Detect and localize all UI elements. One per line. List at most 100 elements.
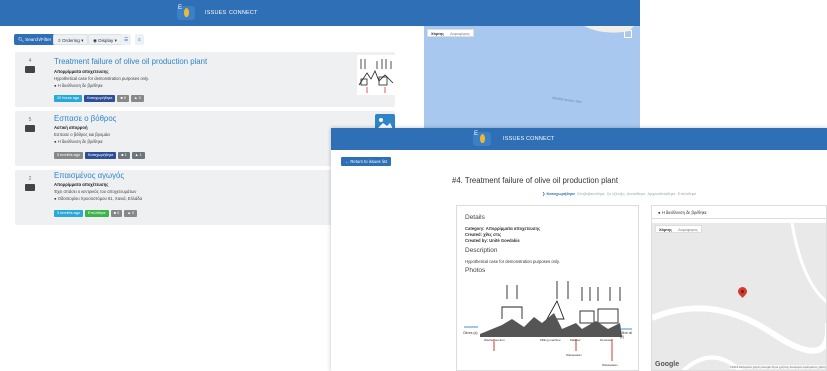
issue-category: Αστική απορροή: [54, 125, 88, 130]
issue-title[interactable]: Εσπασε ο βόθρος: [54, 114, 116, 123]
vote-counter: 2: [23, 176, 37, 191]
diagram-label-malaxer: Malaxer: [570, 338, 581, 342]
app-logo[interactable]: E: [177, 5, 195, 20]
issue-badges: 20 hours ago Καταχωρήθηκε ■ 0 ▲ 0: [54, 95, 146, 102]
display-dropdown[interactable]: ◉ Display ▾: [88, 34, 122, 45]
created-by-line: Created by: Unité Goedakis: [465, 238, 520, 243]
map-marker-icon: ●: [658, 210, 661, 215]
time-badge: 20 hours ago: [54, 95, 83, 102]
vote-count: 2: [28, 176, 32, 182]
issue-address-text: Η διεύθυνση δε βρέθηκε: [57, 83, 103, 88]
likes-count: 0: [132, 211, 135, 215]
map-tab-map[interactable]: Χάρτης: [428, 30, 447, 38]
app-logo[interactable]: E: [473, 131, 491, 146]
vote-counter: 4: [23, 58, 37, 73]
top-navbar: E ISSUES CONNECT: [0, 0, 640, 26]
return-label: Return to issues list: [350, 159, 387, 164]
time-badge: 5 months ago: [54, 152, 84, 159]
issue-detail-title: #4. Treatment failure of olive oil produ…: [452, 176, 618, 185]
details-panel: Details Category: Απορρίμματα αποχετευση…: [456, 205, 639, 371]
map-marker-icon: ●: [54, 139, 57, 144]
status-step-label: Καταχωρήθηκε: [546, 191, 576, 196]
ordering-label: Ordering ▾: [61, 38, 84, 43]
status-badge: Επιλύθηκε: [85, 210, 109, 217]
tag-icon: [25, 66, 35, 73]
comments-badge: ■ 0: [110, 210, 123, 217]
issue-title[interactable]: Treatment failure of olive oil productio…: [54, 57, 207, 66]
process-diagram-photo[interactable]: Olives (a) Olive oil (2) Washer section …: [462, 279, 634, 369]
created-line: Created: χθες στις: [465, 232, 502, 237]
map-marker-icon: ●: [54, 196, 57, 201]
vote-counter: 5: [23, 117, 37, 132]
google-map[interactable]: Χάρτης Δορυφόρος Google ©2018 Δεδομένα χά…: [652, 223, 826, 370]
description-text: Hypothetical case for demonstration purp…: [465, 259, 560, 264]
tag-icon: [25, 184, 35, 191]
issue-address-text: Η διεύθυνση δε βρέθηκε: [57, 139, 103, 144]
ordering-dropdown[interactable]: ≡ Ordering ▾: [53, 34, 89, 45]
photos-heading: Photos: [465, 267, 486, 274]
logo-letter: E: [474, 131, 479, 137]
issue-description: Hypothetical case for demonstration purp…: [54, 76, 149, 81]
list-icon: ☰: [124, 37, 129, 42]
time-badge: 3 months ago: [54, 210, 84, 217]
likes-badge: ▲ 0: [124, 210, 138, 217]
eye-icon: ◉: [93, 38, 98, 43]
map-tab-map[interactable]: Χάρτης: [656, 226, 675, 234]
address-field[interactable]: ● Η διεύθυνση δε βρέθηκε: [652, 206, 826, 219]
menu-icon: ≡: [138, 37, 141, 42]
nav-link-issues[interactable]: ISSUES: [503, 136, 524, 142]
category-line: Category: Απορρίμματα αποχετευσης: [465, 226, 541, 231]
search-icon: 🔍︎: [18, 37, 24, 42]
search-filter-label: Search/Filter: [25, 37, 52, 42]
vote-count: 4: [28, 58, 32, 64]
likes-count: 0: [138, 96, 141, 100]
diagram-label-olives-in: Olives (a): [463, 331, 478, 335]
search-filter-button[interactable]: 🔍︎ Search/Filter: [14, 34, 56, 45]
comments-count: 0: [117, 211, 120, 215]
issue-card[interactable]: 4 Treatment failure of olive oil product…: [15, 52, 395, 107]
details-heading: Details: [465, 214, 485, 221]
issue-address: ● Η διεύθυνση δε βρέθηκε: [54, 139, 103, 144]
google-logo: Google: [655, 361, 680, 368]
map-tab-satellite[interactable]: Δορυφόρος: [447, 30, 473, 38]
list-view-button[interactable]: ☰: [121, 34, 132, 45]
nav-link-issues[interactable]: ISSUES: [205, 10, 226, 16]
map-type-switch: Χάρτης Δορυφόρος: [655, 225, 702, 233]
process-diagram-drawing: [464, 281, 632, 361]
diagram-label-decanter: Decanter: [600, 338, 613, 342]
detail-navbar: E ISSUES CONNECT: [331, 128, 827, 150]
issue-thumbnail[interactable]: [357, 55, 395, 95]
status-step-archived: Αρχειοθετήθηκε: [647, 191, 676, 196]
nav-link-connect[interactable]: CONNECT: [526, 136, 555, 142]
likes-badge: ▲ 0: [130, 95, 144, 102]
status-badge: Καταχωρήθηκε: [85, 152, 117, 159]
issue-title[interactable]: Επαισμένος αγωγός: [54, 171, 124, 180]
display-label: Display ▾: [98, 38, 117, 43]
comments-badge: ■ 0: [117, 95, 129, 102]
status-step-confirmed: Επιβεβαιώθηκε: [577, 191, 605, 196]
issue-address-text: Οδοιπορίου Χρυσοστόμου 61, Χανιά, Ελλάδα: [57, 196, 143, 201]
sea-label: Mediterranean Sea: [551, 95, 582, 105]
issues-map[interactable]: Χάρτης Δορυφόρος Mediterranean Sea: [424, 26, 640, 138]
comments-count: 1: [124, 153, 127, 157]
nav-link-connect[interactable]: CONNECT: [229, 10, 258, 16]
issue-detail-window: E ISSUES CONNECT ← Return to issues list…: [331, 128, 827, 371]
return-to-list-button[interactable]: ← Return to issues list: [341, 157, 391, 166]
map-tab-satellite[interactable]: Δορυφόρος: [675, 226, 701, 234]
status-step-assigned: Ανατέθηκε: [626, 191, 646, 196]
status-timeline: ❯ Καταχωρήθηκε Επιβεβαιώθηκε Σε εξέλιξη …: [542, 191, 696, 196]
map-marker-icon: ●: [54, 83, 57, 88]
comments-badge: ■ 1: [118, 152, 130, 159]
description-heading: Description: [465, 247, 498, 254]
arrow-left-icon: ←: [345, 159, 350, 164]
coastline-shape: [584, 26, 634, 33]
diagram-label-mill: Milling machine: [540, 338, 561, 342]
logo-drop-icon: [184, 8, 189, 17]
diagram-label-olive-oil: Olive oil (2): [620, 331, 633, 339]
likes-count: 1: [139, 153, 142, 157]
map-attribution[interactable]: ©2018 Δεδομένα χάρτη Google Όροι χρήσης …: [729, 365, 826, 369]
issue-location-map: ● Η διεύθυνση δε βρέθηκε Χάρτης Δορυφόρος…: [651, 205, 827, 371]
compact-view-button[interactable]: ≡: [135, 34, 144, 45]
comments-count: 0: [123, 96, 126, 100]
issue-badges: 5 months ago Καταχωρήθηκε ■ 1 ▲ 1: [54, 152, 147, 159]
